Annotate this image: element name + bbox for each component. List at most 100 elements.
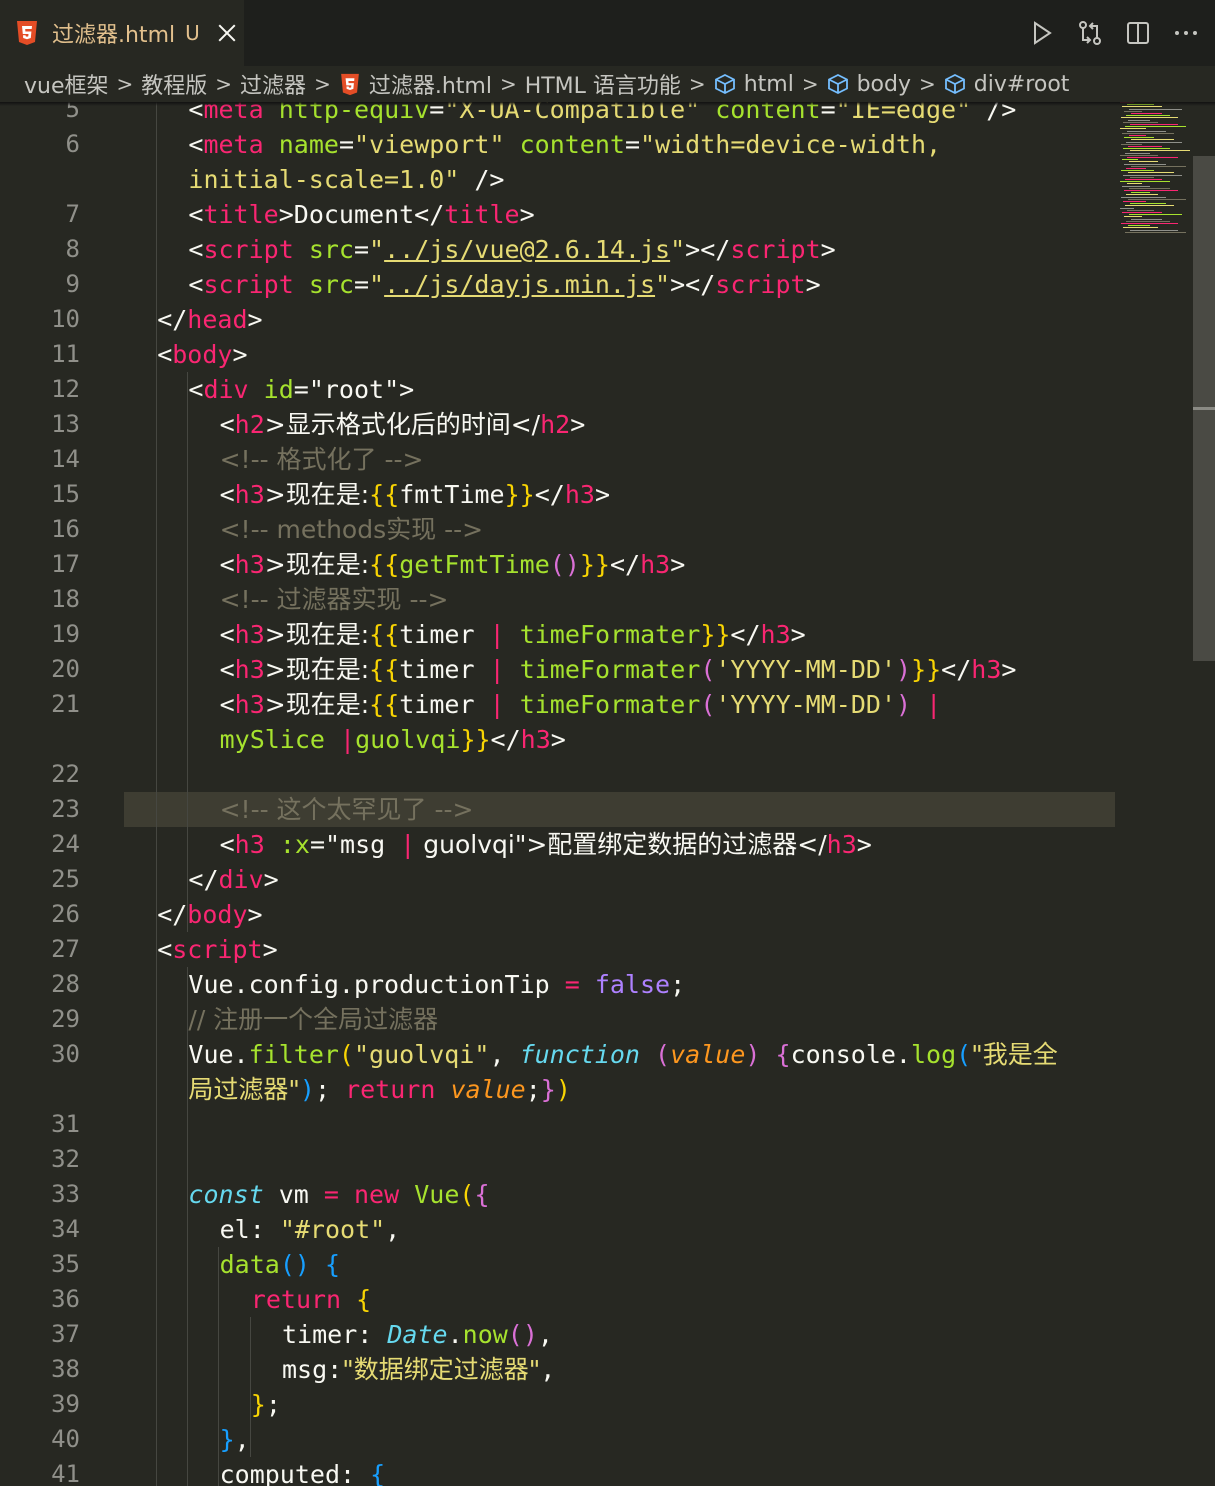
code-token: ="msg — [309, 830, 401, 859]
breadcrumb-file[interactable]: 过滤器.html — [339, 68, 492, 100]
code-token: title — [444, 200, 520, 229]
code-token: () — [549, 550, 580, 579]
line-number: 29 — [51, 1005, 80, 1033]
minimap-line — [1126, 115, 1170, 117]
code-token: {{ — [369, 550, 400, 579]
html5-icon — [339, 73, 361, 95]
code-token: | — [489, 620, 505, 649]
minimap-line — [1125, 126, 1186, 128]
code-token: ( — [700, 655, 716, 684]
code-token: timer — [399, 690, 490, 719]
code-line: <script src="../js/dayjs.min.js"></scrip… — [188, 267, 820, 302]
breadcrumb-folder-tutorial[interactable]: 教程版 — [141, 68, 207, 100]
code-token: h3 — [520, 725, 551, 754]
chevron-right-icon: > — [499, 72, 517, 96]
code-token: log — [910, 1040, 957, 1069]
close-icon[interactable] — [216, 22, 238, 44]
code-token: < — [219, 830, 235, 859]
code-token: > — [262, 935, 278, 964]
code-token: , — [537, 1320, 553, 1349]
breadcrumb-html[interactable]: html — [714, 72, 794, 97]
cube-icon — [714, 73, 736, 95]
code-token: </ — [490, 725, 521, 754]
more-actions-icon[interactable] — [1173, 20, 1199, 46]
breadcrumb-body[interactable]: body — [827, 72, 911, 97]
code-token: "我是全 — [971, 1040, 1058, 1069]
html5-icon — [16, 20, 38, 46]
indent-guide — [218, 1247, 219, 1486]
code-token: ) — [745, 1040, 761, 1069]
code-token: <!-- 过滤器实现 --> — [219, 585, 449, 614]
code-line: <!-- 这个太罕见了 --> — [220, 792, 474, 827]
code-line: <script> — [157, 932, 277, 967]
line-number: 41 — [51, 1460, 80, 1486]
line-number — [0, 722, 80, 757]
line-number: 38 — [51, 1355, 80, 1383]
minimap-line — [1124, 190, 1178, 191]
code-token: name — [278, 130, 339, 159]
code-token: "#root" — [279, 1215, 386, 1244]
minimap-line — [1120, 154, 1158, 156]
code-editor[interactable]: 5 6 7 8 9 10 11 12 13 14 15 16 17 18 19 20 21 22 23 24 25 26 2… — [0, 102, 1195, 1486]
minimap-line — [1123, 121, 1158, 123]
minimap[interactable] — [1120, 102, 1190, 242]
code-token: }} — [700, 620, 731, 649]
code-token: ></ — [670, 270, 716, 299]
code-token: console. — [790, 1040, 911, 1069]
code-token: " — [655, 270, 671, 299]
compare-changes-icon[interactable] — [1077, 20, 1103, 46]
code-token: h3 — [234, 655, 265, 684]
breadcrumb-folder-vue[interactable]: vue框架 — [24, 68, 109, 100]
code-area[interactable]: <meta http-equiv="X-UA-Compatible" conte… — [124, 102, 1114, 1486]
code-token: "width=device-width, — [640, 130, 942, 159]
code-token: = — [564, 970, 580, 999]
code-token: filter — [248, 1040, 339, 1069]
line-number: 20 — [51, 655, 80, 683]
code-line: Vue.config.productionTip = false; — [188, 967, 685, 1002]
line-number: 40 — [51, 1425, 80, 1453]
code-token: now — [462, 1320, 508, 1349]
code-token: > — [247, 900, 263, 929]
code-token: } — [219, 1425, 235, 1454]
breadcrumb-folder-filter[interactable]: 过滤器 — [240, 68, 306, 100]
split-editor-icon[interactable] — [1125, 20, 1151, 46]
line-number: 30 — [51, 1040, 80, 1068]
play-icon[interactable] — [1029, 20, 1055, 46]
editor-tab[interactable]: 过滤器.html U — [0, 0, 244, 66]
breadcrumb-div-root[interactable]: div#root — [944, 72, 1069, 97]
code-token: { — [775, 1040, 791, 1069]
line-number: 36 — [51, 1285, 80, 1313]
code-token: h3 — [826, 830, 857, 859]
line-number-gutter: 5 6 7 8 9 10 11 12 13 14 15 16 17 18 19 20 21 22 23 24 25 26 2… — [0, 102, 100, 1486]
code-token: h3 — [234, 830, 265, 859]
minimap-line — [1120, 207, 1134, 209]
code-line: <h3>现在是:{{timer | timeFormater('YYYY-MM-… — [220, 687, 942, 722]
minimap-line — [1129, 135, 1146, 136]
code-token: false — [594, 970, 671, 999]
code-line: <!-- 格式化了 --> — [220, 442, 424, 477]
code-token: . — [447, 1320, 463, 1349]
code-token: { — [356, 1285, 372, 1314]
minimap-line — [1131, 113, 1162, 114]
code-token: ) — [896, 655, 912, 684]
code-token: initial-scale=1.0" — [188, 165, 460, 194]
code-token: ( — [956, 1040, 972, 1069]
code-token: = — [338, 130, 355, 159]
code-token: h2 — [540, 410, 571, 439]
code-token: | — [400, 830, 416, 859]
breadcrumb-language[interactable]: HTML 语言功能 — [525, 68, 681, 100]
line-number: 39 — [51, 1390, 80, 1418]
code-token: " — [670, 235, 686, 264]
code-token: timeFormater — [519, 620, 701, 649]
code-token: " — [369, 235, 385, 264]
minimap-line — [1122, 106, 1162, 108]
code-token: h3 — [234, 550, 265, 579]
code-line: return { — [251, 1282, 371, 1317]
